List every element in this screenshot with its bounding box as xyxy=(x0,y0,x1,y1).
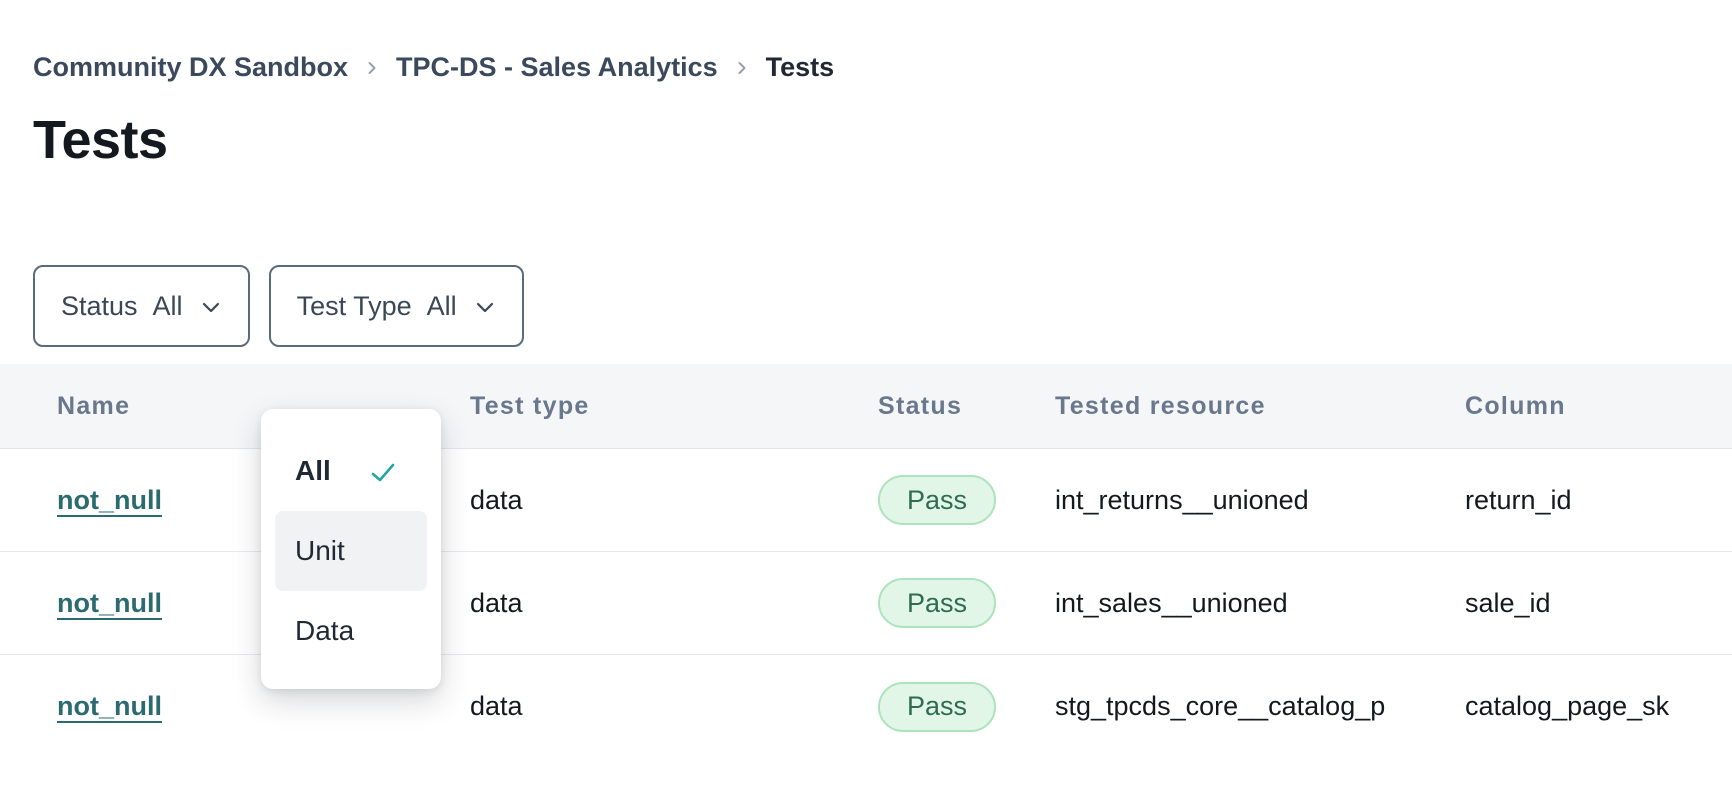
test-type-cell: data xyxy=(470,485,878,516)
status-cell: Pass xyxy=(878,475,1055,525)
test-type-cell: data xyxy=(470,691,878,722)
test-type-filter-button[interactable]: Test Type All xyxy=(269,265,524,347)
test-name-link[interactable]: not_null xyxy=(57,485,162,516)
chevron-right-icon xyxy=(362,58,382,78)
breadcrumb-item-project[interactable]: Community DX Sandbox xyxy=(33,52,348,83)
status-cell: Pass xyxy=(878,578,1055,628)
status-filter-label: Status xyxy=(61,291,138,322)
status-badge: Pass xyxy=(878,682,996,732)
status-filter-button[interactable]: Status All xyxy=(33,265,250,347)
test-type-dropdown-menu: All Unit Data xyxy=(261,409,441,689)
column-header-status: Status xyxy=(878,392,1055,421)
chevron-down-icon xyxy=(474,301,496,315)
breadcrumb-item-package[interactable]: TPC-DS - Sales Analytics xyxy=(396,52,718,83)
dropdown-item-label: All xyxy=(295,455,331,487)
column-cell: catalog_page_sk xyxy=(1465,691,1732,722)
breadcrumb-item-current: Tests xyxy=(766,52,835,83)
page-title: Tests xyxy=(33,110,1732,170)
chevron-down-icon xyxy=(200,301,222,315)
tests-table: Name Test type Status Tested resource Co… xyxy=(0,364,1732,758)
table-row: not_null data Pass int_sales__unioned sa… xyxy=(0,552,1732,655)
table-header-row: Name Test type Status Tested resource Co… xyxy=(0,364,1732,449)
filter-bar: Status All Test Type All xyxy=(33,265,1732,347)
test-name-link[interactable]: not_null xyxy=(57,691,162,722)
tested-resource-cell: stg_tpcds_core__catalog_p… xyxy=(1055,691,1385,722)
test-name-link[interactable]: not_null xyxy=(57,588,162,619)
check-icon xyxy=(369,461,397,485)
table-row: not_null data Pass stg_tpcds_core__catal… xyxy=(0,655,1732,758)
dropdown-item-label: Data xyxy=(295,615,354,647)
table-row: not_null data Pass int_returns__unioned … xyxy=(0,449,1732,552)
chevron-right-icon xyxy=(732,58,752,78)
column-header-column: Column xyxy=(1465,392,1732,421)
tested-resource-cell: int_sales__unioned xyxy=(1055,588,1385,619)
column-header-test-type: Test type xyxy=(470,392,878,421)
dropdown-item-data[interactable]: Data xyxy=(261,591,441,671)
status-cell: Pass xyxy=(878,682,1055,732)
dropdown-item-label: Unit xyxy=(295,535,345,567)
test-type-cell: data xyxy=(470,588,878,619)
breadcrumb: Community DX Sandbox TPC-DS - Sales Anal… xyxy=(33,52,1732,82)
status-badge: Pass xyxy=(878,578,996,628)
dropdown-item-unit[interactable]: Unit xyxy=(275,511,427,591)
tested-resource-cell: int_returns__unioned xyxy=(1055,485,1385,516)
test-type-filter-label: Test Type xyxy=(297,291,412,322)
column-cell: sale_id xyxy=(1465,588,1732,619)
column-header-tested-resource: Tested resource xyxy=(1055,392,1465,421)
dropdown-item-all[interactable]: All xyxy=(261,431,441,511)
status-badge: Pass xyxy=(878,475,996,525)
column-cell: return_id xyxy=(1465,485,1732,516)
test-type-filter-value: All xyxy=(427,291,457,322)
status-filter-value: All xyxy=(153,291,183,322)
